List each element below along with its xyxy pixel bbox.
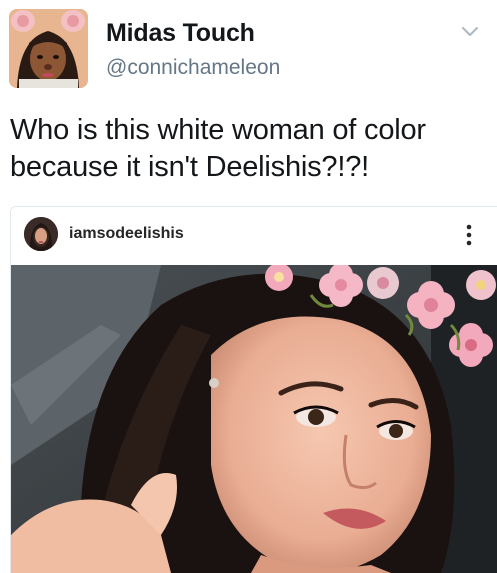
instagram-avatar-image	[24, 217, 58, 251]
instagram-username[interactable]: iamsodeelishis	[69, 225, 184, 243]
instagram-avatar[interactable]	[24, 217, 58, 251]
instagram-photo[interactable]	[11, 265, 497, 573]
tweet-text: Who is this white woman of color because…	[10, 114, 426, 183]
author-display-name[interactable]: Midas Touch	[106, 19, 255, 48]
instagram-embed[interactable]: iamsodeelishis	[10, 206, 497, 573]
author-handle[interactable]: @connichameleon	[106, 56, 280, 80]
selfie-photo	[11, 265, 497, 573]
tweet-card: Midas Touch @connichameleon Who is this …	[0, 0, 497, 573]
more-vertical-icon[interactable]	[461, 221, 477, 249]
chevron-down-icon[interactable]	[460, 24, 480, 40]
author-avatar-image	[9, 9, 88, 88]
author-avatar[interactable]	[9, 9, 88, 88]
embed-header: iamsodeelishis	[11, 207, 497, 265]
